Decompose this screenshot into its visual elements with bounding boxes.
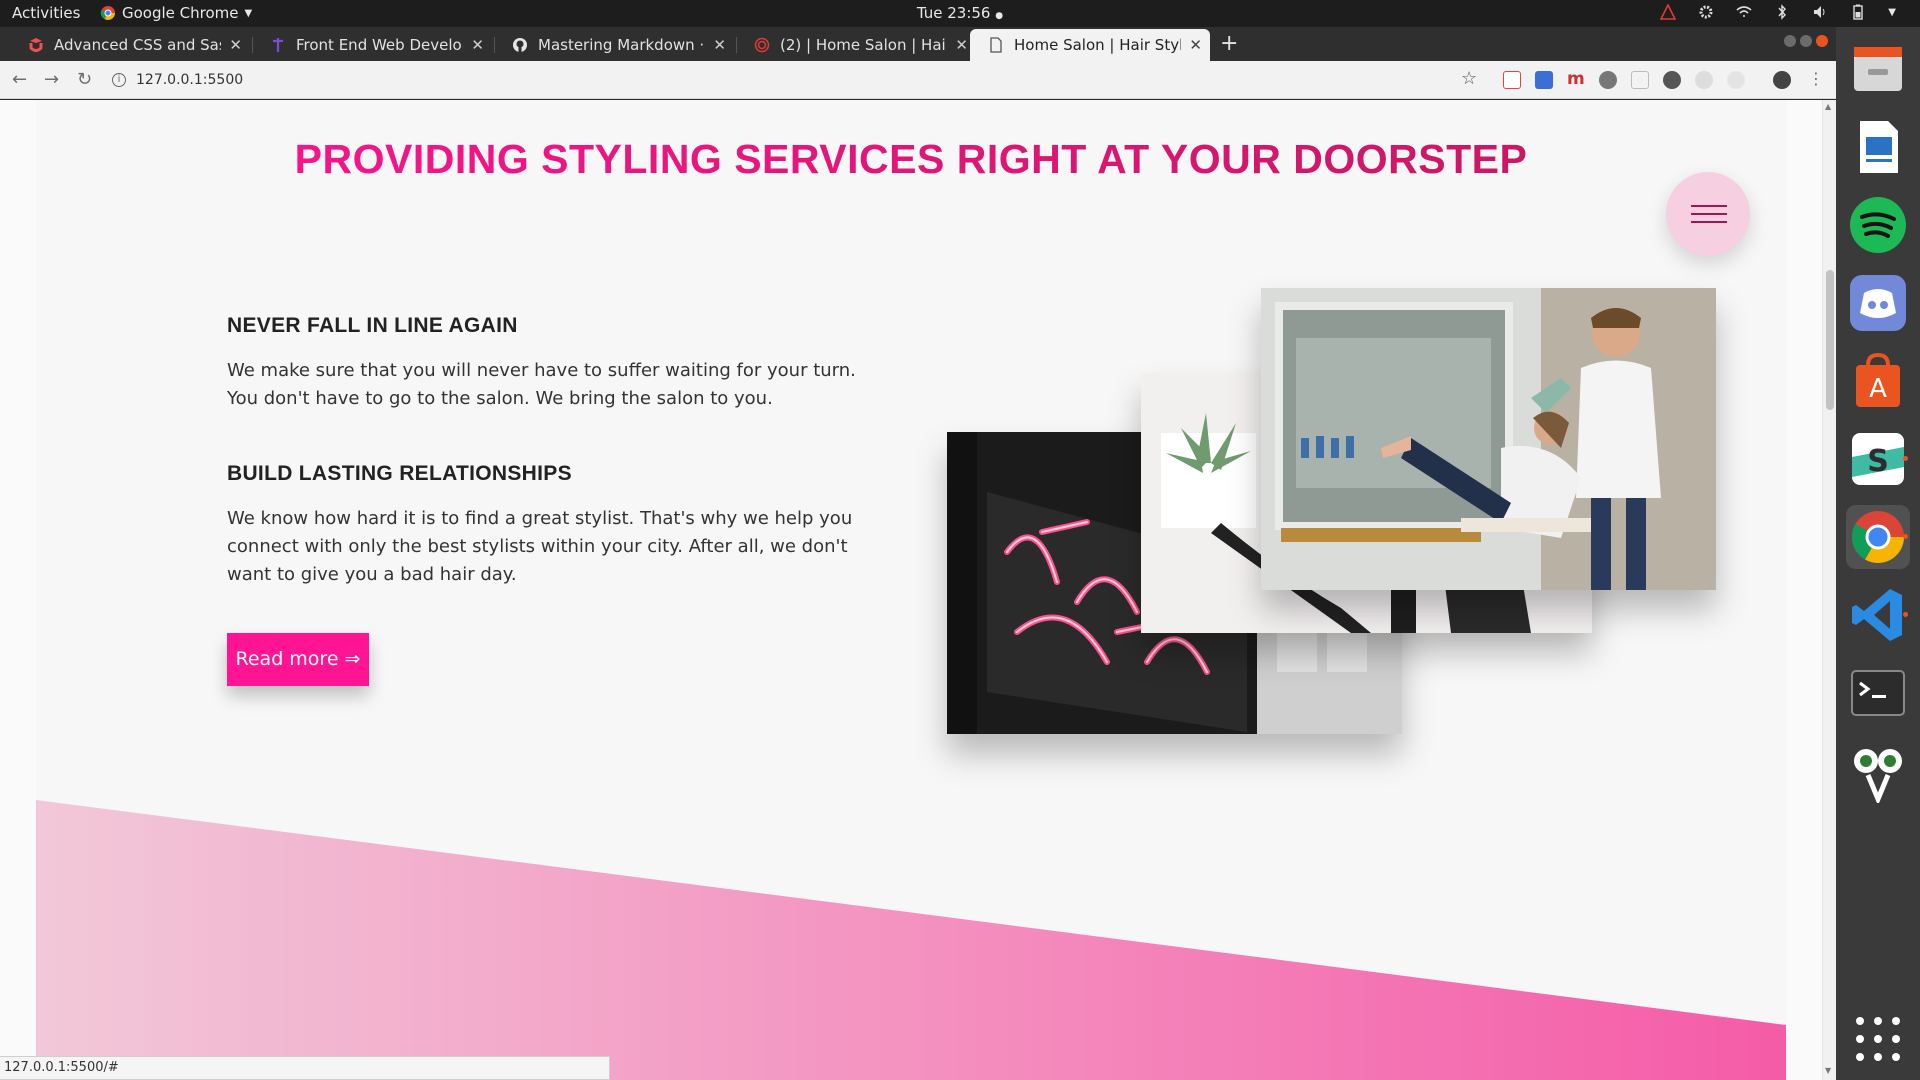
tab-title: Front End Web Develope (296, 36, 464, 54)
salon-stylist-photo (1261, 288, 1716, 590)
globe-extension-icon[interactable] (1599, 71, 1617, 89)
wifi-icon[interactable] (1736, 4, 1752, 20)
grid-extension-icon[interactable] (1631, 71, 1649, 89)
new-tab-button[interactable]: + (1220, 31, 1238, 56)
svg-text:A: A (1869, 374, 1887, 404)
terminal-icon[interactable] (1846, 661, 1910, 725)
chevron-down-icon[interactable]: ▼ (1888, 7, 1896, 18)
tab-advanced-css[interactable]: Advanced CSS and Sass: F ✕ (10, 29, 250, 61)
clock[interactable]: Tue 23:56 ● (0, 4, 1920, 22)
window-controls[interactable] (1784, 35, 1828, 47)
files-icon[interactable] (1846, 37, 1910, 101)
feature-text: We know how hard it is to find a great s… (227, 508, 853, 585)
link-status-bar: 127.0.0.1:5500/# (0, 1056, 610, 1080)
tab-mastering-markdown[interactable]: Mastering Markdown · Gi ✕ (494, 29, 734, 61)
close-window-button[interactable] (1816, 35, 1828, 47)
page-icon (990, 37, 1002, 53)
features-section: PROVIDING STYLING SERVICES RIGHT AT YOUR… (36, 100, 1786, 1080)
tab-front-end[interactable]: Front End Web Develope ✕ (252, 29, 492, 61)
writer-icon[interactable] (1846, 115, 1910, 179)
dim-extension-icon[interactable] (1695, 71, 1713, 89)
running-indicator (1903, 456, 1908, 461)
menu-line-icon (1691, 205, 1727, 207)
m-extension-icon[interactable]: m (1567, 71, 1585, 89)
target-icon (754, 37, 770, 53)
feature-title: NEVER FALL IN LINE AGAIN (227, 314, 518, 337)
scrollbar-thumb[interactable] (1826, 270, 1834, 410)
close-icon[interactable]: ✕ (471, 36, 484, 54)
calendar-extension-icon[interactable] (1503, 71, 1521, 89)
show-applications-icon[interactable] (1856, 1017, 1900, 1061)
minimize-button[interactable] (1784, 35, 1796, 47)
close-icon[interactable]: ✕ (1189, 36, 1202, 54)
system-tray[interactable]: ▼ (1660, 4, 1896, 20)
tab-home-salon-2[interactable]: (2) | Home Salon | Hair Sty ✕ (736, 29, 976, 61)
spotify-icon[interactable] (1846, 193, 1910, 257)
github-icon (513, 38, 527, 52)
reload-icon[interactable]: ↻ (77, 69, 92, 90)
tab-title: Mastering Markdown · Gi (538, 36, 705, 54)
more-menu-icon[interactable]: ⋮ (1808, 69, 1824, 88)
info-icon[interactable]: i (112, 73, 126, 87)
maximize-button[interactable] (1800, 35, 1812, 47)
pink-gradient-section (36, 800, 1786, 1080)
settings-icon[interactable] (1698, 4, 1714, 20)
battery-icon[interactable] (1850, 4, 1866, 20)
bookmark-star-icon[interactable]: ☆ (1461, 68, 1477, 89)
badge-extension-icon[interactable] (1663, 71, 1681, 89)
running-indicator (1903, 612, 1908, 617)
close-icon[interactable]: ✕ (713, 36, 726, 54)
menu-line-icon (1691, 221, 1727, 223)
bluetooth-icon[interactable] (1774, 4, 1790, 20)
volume-icon[interactable] (1812, 4, 1828, 20)
close-icon[interactable]: ✕ (229, 36, 242, 54)
hamburger-menu-button[interactable] (1666, 172, 1750, 256)
url-text: 127.0.0.1:5500 (136, 72, 244, 88)
scroll-down-icon[interactable]: ▼ (1825, 1066, 1831, 1075)
forward-icon[interactable]: → (44, 69, 59, 90)
back-icon[interactable]: ← (12, 69, 27, 90)
dim-extension-icon-2[interactable] (1727, 71, 1745, 89)
discord-icon[interactable] (1846, 271, 1910, 335)
address-bar[interactable]: i 127.0.0.1:5500 (112, 67, 1452, 93)
udemy-icon (29, 38, 43, 52)
warning-icon[interactable] (1660, 4, 1677, 20)
section-headline: PROVIDING STYLING SERVICES RIGHT AT YOUR… (36, 136, 1786, 183)
read-more-button[interactable]: Read more ⇒ (227, 633, 369, 686)
scroll-up-icon[interactable]: ▲ (1825, 102, 1831, 111)
menu-line-icon (1691, 213, 1727, 215)
application-dock: A S (1836, 27, 1920, 1080)
tab-title: Advanced CSS and Sass: F (54, 36, 221, 54)
running-indicator (1903, 534, 1908, 539)
svg-text:S: S (1867, 444, 1889, 479)
chrome-icon[interactable] (1846, 505, 1910, 569)
feature-title: BUILD LASTING RELATIONSHIPS (227, 462, 572, 485)
page-viewport: PROVIDING STYLING SERVICES RIGHT AT YOUR… (0, 100, 1836, 1080)
software-icon[interactable]: A (1846, 349, 1910, 413)
system-top-bar: Activities Google Chrome ▼ Tue 23:56 ● ▼ (0, 0, 1920, 27)
slack-icon[interactable]: S (1846, 427, 1910, 491)
udemy-icon (273, 38, 283, 52)
page-scrollbar[interactable]: ▲ ▼ (1822, 100, 1836, 1080)
code-extension-icon[interactable] (1535, 71, 1553, 89)
feature-text: We make sure that you will never have to… (227, 360, 856, 409)
close-icon[interactable]: ✕ (955, 36, 968, 54)
browser-toolbar: ← → ↻ i 127.0.0.1:5500 ☆ m ⋮ (0, 61, 1836, 99)
tab-title: Home Salon | Hair Styling (1014, 36, 1182, 54)
owl-icon[interactable] (1846, 739, 1910, 806)
tab-title: (2) | Home Salon | Hair Sty (780, 36, 947, 54)
tab-strip: Advanced CSS and Sass: F ✕ Front End Web… (0, 27, 1836, 61)
tab-home-salon[interactable]: Home Salon | Hair Styling ✕ (970, 29, 1210, 61)
avatar[interactable] (1773, 71, 1791, 89)
vscode-icon[interactable] (1846, 583, 1910, 647)
